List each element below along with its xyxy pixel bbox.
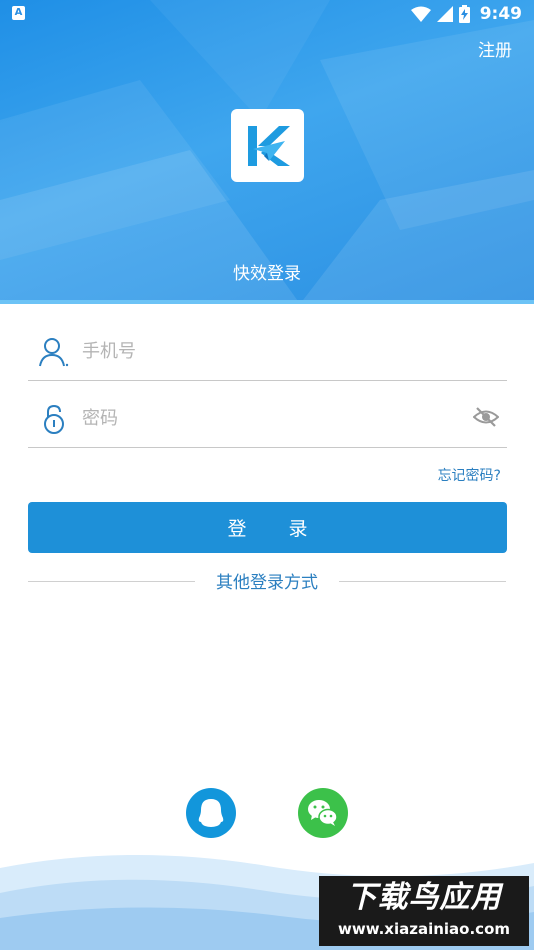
app-logo [231,109,304,182]
divider-left [28,581,195,582]
header-divider [0,300,534,304]
other-login-label: 其他登录方式 [216,573,318,593]
status-time: 9:49 [479,4,522,24]
watermark-url: www.xiazainiao.com [337,920,511,938]
lock-icon [44,404,64,434]
k-paper-plane-logo-icon [248,126,290,166]
qq-login-button[interactable] [186,788,236,838]
wechat-icon [308,800,338,826]
status-icons: 9:49 [410,4,522,24]
user-icon [39,338,69,367]
page-title: 快效登录 [233,264,301,284]
password-field [28,388,507,448]
divider-right [339,581,506,582]
login-header: A 9:49 注册 快效登录 [0,0,534,304]
password-input[interactable] [82,402,462,434]
phone-input[interactable] [82,335,462,367]
register-link[interactable]: 注册 [478,36,512,61]
qq-icon [198,799,224,827]
phone-field [28,321,507,381]
login-button[interactable]: 登 录 [28,502,507,553]
watermark-title: 下载鸟应用 [346,880,502,915]
status-bar: A 9:49 [0,0,534,27]
app-notification-icon: A [12,6,25,20]
wifi-icon [410,6,431,22]
forgot-password-link[interactable]: 忘记密码? [438,465,501,485]
watermark-badge: 下载鸟应用 www.xiazainiao.com [319,876,529,946]
signal-icon [436,6,453,22]
wechat-login-button[interactable] [298,788,348,838]
battery-charging-icon [458,5,470,23]
eye-off-icon[interactable] [473,406,499,428]
